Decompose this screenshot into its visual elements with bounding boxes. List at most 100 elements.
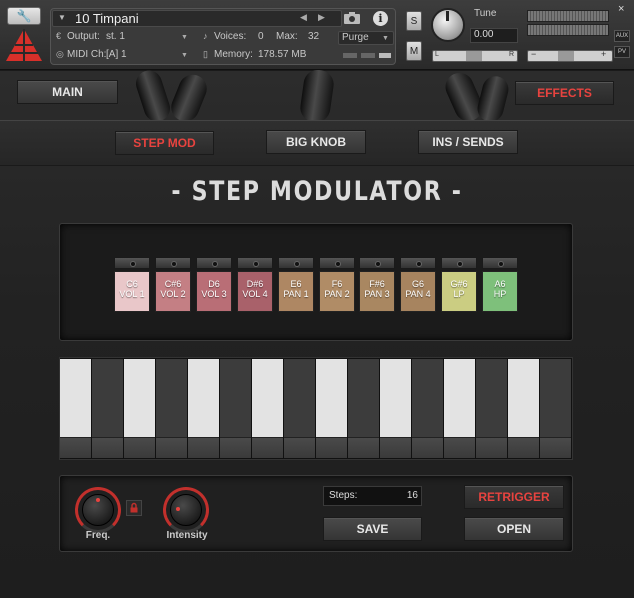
next-instrument-arrow-icon[interactable]: ▶ <box>318 12 325 23</box>
step-slot-led-icon <box>375 261 381 267</box>
output-value[interactable]: st. 1 <box>106 31 125 43</box>
step-key[interactable] <box>380 359 411 437</box>
step-slot-body[interactable]: F6 PAN 2 <box>319 271 355 312</box>
midi-channel-value[interactable]: [A] 1 <box>106 49 127 61</box>
step-key-cell[interactable] <box>540 437 571 458</box>
step-slot-body[interactable]: E6 PAN 1 <box>278 271 314 312</box>
purge-indicator <box>361 53 375 58</box>
output-dropdown-arrow-icon[interactable]: ▼ <box>181 34 188 41</box>
retrigger-button[interactable]: RETRIGGER <box>464 485 564 509</box>
step-slot-header <box>278 257 314 269</box>
step-slot-header <box>237 257 273 269</box>
step-key[interactable] <box>220 359 251 437</box>
voices-value: 0 <box>258 31 264 42</box>
step-slot-note: F#6 <box>369 279 385 289</box>
step-key-cell[interactable] <box>124 437 155 458</box>
step-key[interactable] <box>188 359 219 437</box>
intensity-knob[interactable] <box>170 494 202 526</box>
step-key-cell[interactable] <box>508 437 539 458</box>
step-key-cell[interactable] <box>284 437 315 458</box>
step-key-cell[interactable] <box>476 437 507 458</box>
level-meter-left <box>527 10 609 22</box>
dropdown-arrow-icon[interactable]: ▼ <box>58 13 66 22</box>
main-button[interactable]: MAIN <box>17 80 118 104</box>
step-slot[interactable]: C6 VOL 1 <box>114 257 150 312</box>
wrench-icon[interactable]: 🔧 <box>7 7 41 25</box>
step-slot[interactable]: G#6 LP <box>441 257 477 312</box>
max-voices-label: Max: <box>276 31 298 42</box>
step-slot-target: PAN 2 <box>324 289 350 299</box>
tab-ins-sends[interactable]: INS / SENDS <box>418 130 518 154</box>
step-key[interactable] <box>156 359 187 437</box>
step-key-cell[interactable] <box>348 437 379 458</box>
step-key[interactable] <box>316 359 347 437</box>
step-slot-led-icon <box>130 261 136 267</box>
step-key[interactable] <box>284 359 315 437</box>
step-slot-body[interactable]: C6 VOL 1 <box>114 271 150 312</box>
step-key-cell[interactable] <box>60 437 91 458</box>
level-meter-right <box>527 24 609 36</box>
step-slot-body[interactable]: D#6 VOL 4 <box>237 271 273 312</box>
step-slot[interactable]: C#6 VOL 2 <box>155 257 191 312</box>
mute-button[interactable]: M <box>406 41 422 61</box>
step-slot-body[interactable]: D6 VOL 3 <box>196 271 232 312</box>
step-slot-body[interactable]: G6 PAN 4 <box>400 271 436 312</box>
effects-button[interactable]: EFFECTS <box>515 81 614 105</box>
step-key[interactable] <box>348 359 379 437</box>
tab-step-mod[interactable]: STEP MOD <box>115 131 214 155</box>
aux-button[interactable]: AUX <box>614 30 630 42</box>
step-key[interactable] <box>412 359 443 437</box>
step-slot[interactable]: E6 PAN 1 <box>278 257 314 312</box>
step-slot-body[interactable]: A6 HP <box>482 271 518 312</box>
step-key-cell[interactable] <box>412 437 443 458</box>
step-key-cell[interactable] <box>188 437 219 458</box>
step-key-cell[interactable] <box>252 437 283 458</box>
step-key[interactable] <box>540 359 571 437</box>
step-key[interactable] <box>444 359 475 437</box>
step-key-cell[interactable] <box>444 437 475 458</box>
step-key-cell[interactable] <box>220 437 251 458</box>
step-key-cell[interactable] <box>316 437 347 458</box>
freq-label: Freq. <box>85 530 111 541</box>
step-slot-note: G6 <box>411 279 424 289</box>
step-slot-body[interactable]: F#6 PAN 3 <box>359 271 395 312</box>
previous-instrument-arrow-icon[interactable]: ◀ <box>300 12 307 23</box>
step-key[interactable] <box>92 359 123 437</box>
step-slot-body[interactable]: C#6 VOL 2 <box>155 271 191 312</box>
pan-slider-handle[interactable] <box>466 51 482 61</box>
step-key[interactable] <box>476 359 507 437</box>
step-slot[interactable]: F6 PAN 2 <box>319 257 355 312</box>
lock-icon <box>130 502 138 513</box>
solo-button[interactable]: S <box>406 11 422 31</box>
tab-big-knob[interactable]: BIG KNOB <box>266 130 366 154</box>
pan-left-label: L <box>435 51 439 58</box>
step-key[interactable] <box>252 359 283 437</box>
step-key[interactable] <box>60 359 91 437</box>
step-key-cell[interactable] <box>156 437 187 458</box>
step-slot[interactable]: D#6 VOL 4 <box>237 257 273 312</box>
step-slot-target: HP <box>493 289 507 299</box>
step-key-cell[interactable] <box>92 437 123 458</box>
step-slot-body[interactable]: G#6 LP <box>441 271 477 312</box>
save-button[interactable]: SAVE <box>323 517 422 541</box>
purge-dropdown-arrow-icon[interactable]: ▼ <box>382 35 389 42</box>
step-slot[interactable]: D6 VOL 3 <box>196 257 232 312</box>
lock-button[interactable] <box>126 500 142 516</box>
step-slot[interactable]: F#6 PAN 3 <box>359 257 395 312</box>
step-slot[interactable]: A6 HP <box>482 257 518 312</box>
close-icon[interactable]: × <box>618 3 624 15</box>
step-slot-note: F6 <box>331 279 343 289</box>
volume-slider-handle[interactable] <box>558 51 574 61</box>
tune-knob-indicator <box>446 11 449 21</box>
max-voices-value[interactable]: 32 <box>308 31 319 43</box>
open-button[interactable]: OPEN <box>464 517 564 541</box>
step-slot[interactable]: G6 PAN 4 <box>400 257 436 312</box>
pv-button[interactable]: PV <box>614 46 630 58</box>
step-key[interactable] <box>124 359 155 437</box>
step-slot-led-icon <box>253 261 259 267</box>
step-key-cell[interactable] <box>380 437 411 458</box>
info-icon[interactable]: i <box>373 11 388 26</box>
midi-dropdown-arrow-icon[interactable]: ▼ <box>181 52 188 59</box>
camera-icon[interactable] <box>344 12 360 24</box>
step-key[interactable] <box>508 359 539 437</box>
